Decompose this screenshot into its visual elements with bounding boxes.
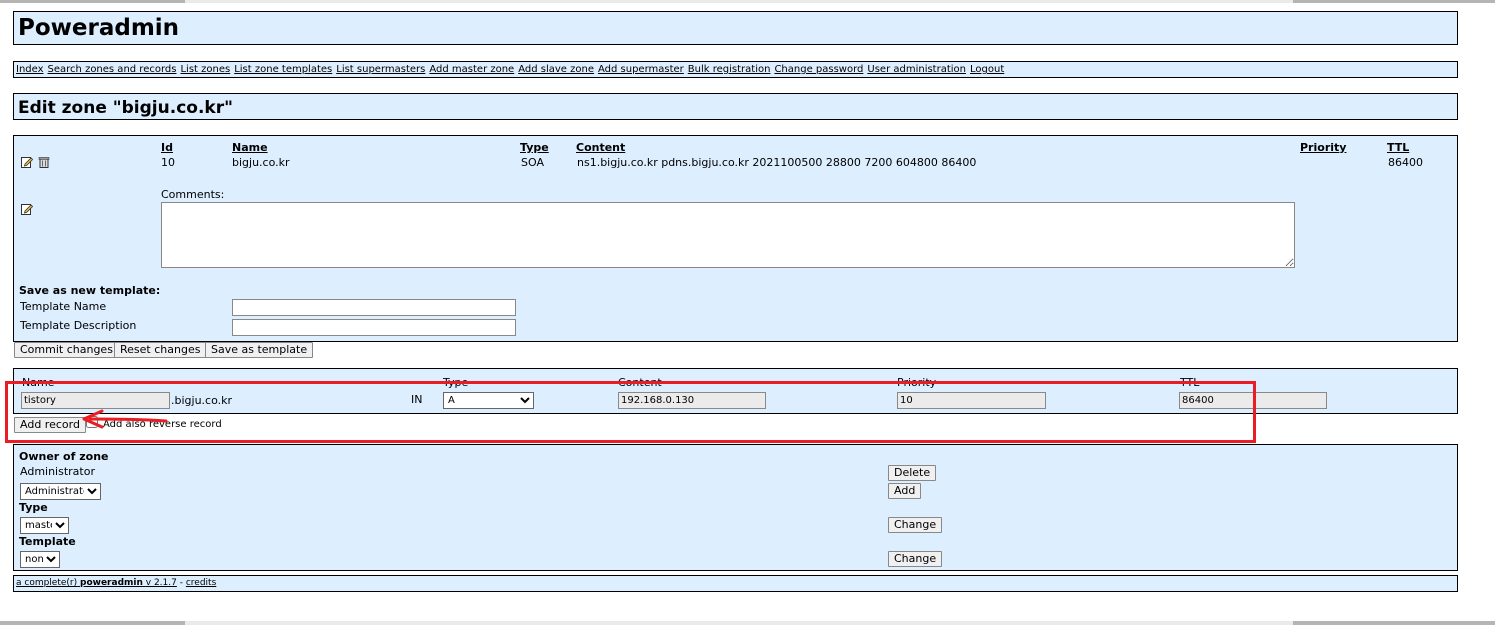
menu-add-supermaster[interactable]: Add supermaster bbox=[598, 64, 684, 75]
zone-template-select[interactable]: none bbox=[20, 551, 60, 568]
add-record-ttl-header: TTL bbox=[1180, 376, 1200, 389]
footer-credits-link[interactable]: credits bbox=[186, 578, 216, 588]
menu-user-administration[interactable]: User administration bbox=[867, 64, 966, 75]
template-heading: Template bbox=[19, 535, 76, 548]
add-reverse-record-label: Add also reverse record bbox=[103, 419, 222, 430]
menu-logout[interactable]: Logout bbox=[970, 64, 1004, 75]
add-record-type-header: Type bbox=[443, 376, 469, 389]
col-header-name[interactable]: Name bbox=[232, 141, 268, 154]
footer-project-link[interactable]: a complete(r) poweradmin v 2.1.7 bbox=[16, 578, 177, 588]
record-ttl: 86400 bbox=[1388, 156, 1423, 169]
page-title: Edit zone "bigju.co.kr" bbox=[18, 98, 233, 118]
record-name: bigju.co.kr bbox=[232, 156, 290, 169]
current-owner: Administrator bbox=[20, 465, 95, 478]
edit-comment-icon[interactable] bbox=[21, 203, 33, 215]
add-record-panel: Name Type Content Priority TTL .bigju.co… bbox=[13, 368, 1458, 414]
owner-heading: Owner of zone bbox=[19, 450, 109, 463]
footer-version: v 2.1.7 bbox=[145, 578, 177, 588]
footer-prefix: a complete(r) bbox=[16, 578, 78, 588]
comments-label: Comments: bbox=[161, 188, 225, 201]
window-top-edge bbox=[0, 0, 1495, 3]
add-record-content-header: Content bbox=[618, 376, 662, 389]
footer-brand: poweradmin bbox=[80, 578, 143, 588]
footer-separator: - bbox=[179, 578, 183, 588]
zone-suffix: .bigju.co.kr bbox=[171, 394, 233, 407]
add-record-ttl-input[interactable] bbox=[1179, 392, 1327, 409]
zone-type-select[interactable]: master bbox=[20, 517, 69, 534]
menu-list-zones[interactable]: List zones bbox=[180, 64, 230, 75]
owner-select[interactable]: Administrator bbox=[20, 483, 101, 500]
app-title-bar: Poweradmin bbox=[13, 11, 1458, 45]
col-header-id[interactable]: Id bbox=[161, 141, 173, 154]
main-menu: Index Search zones and records List zones L… bbox=[13, 61, 1458, 78]
zone-records-panel: Id Name Type Content Priority TTL 10 big… bbox=[13, 135, 1458, 342]
change-type-button[interactable]: Change bbox=[888, 517, 943, 533]
add-record-button[interactable]: Add record bbox=[14, 417, 86, 433]
add-reverse-record-checkbox[interactable] bbox=[86, 416, 98, 428]
record-id: 10 bbox=[161, 156, 175, 169]
col-header-content[interactable]: Content bbox=[576, 141, 625, 154]
menu-list-supermasters[interactable]: List supermasters bbox=[336, 64, 425, 75]
menu-add-slave-zone[interactable]: Add slave zone bbox=[518, 64, 594, 75]
commit-changes-button[interactable]: Commit changes bbox=[14, 342, 119, 358]
save-template-heading: Save as new template: bbox=[19, 284, 161, 297]
menu-list-zone-templates[interactable]: List zone templates bbox=[234, 64, 332, 75]
record-type: SOA bbox=[521, 156, 544, 169]
add-record-priority-input[interactable] bbox=[897, 392, 1046, 409]
record-content: ns1.bigju.co.kr pdns.bigju.co.kr 2021100… bbox=[577, 156, 977, 169]
template-name-label: Template Name bbox=[20, 300, 107, 313]
add-record-name-input[interactable] bbox=[21, 392, 170, 409]
reset-changes-button[interactable]: Reset changes bbox=[114, 342, 207, 358]
add-record-name-header: Name bbox=[22, 376, 55, 389]
add-record-priority-header: Priority bbox=[897, 376, 937, 389]
col-header-type[interactable]: Type bbox=[520, 141, 549, 154]
save-as-template-button[interactable]: Save as template bbox=[205, 342, 314, 358]
template-name-input[interactable] bbox=[232, 299, 516, 316]
col-header-ttl[interactable]: TTL bbox=[1387, 141, 1409, 154]
edit-icon[interactable] bbox=[21, 156, 33, 168]
menu-search-zones[interactable]: Search zones and records bbox=[48, 64, 177, 75]
menu-index[interactable]: Index bbox=[16, 64, 44, 75]
page-header: Edit zone "bigju.co.kr" bbox=[13, 93, 1458, 120]
zone-owner-panel: Owner of zone Administrator Delete Admin… bbox=[13, 444, 1458, 571]
delete-icon[interactable] bbox=[38, 156, 50, 168]
comments-textarea[interactable] bbox=[161, 202, 1295, 268]
change-template-button[interactable]: Change bbox=[888, 551, 943, 567]
footer: a complete(r) poweradmin v 2.1.7 - credi… bbox=[13, 575, 1458, 592]
app-title: Poweradmin bbox=[18, 15, 180, 41]
menu-add-master-zone[interactable]: Add master zone bbox=[429, 64, 514, 75]
menu-change-password[interactable]: Change password bbox=[774, 64, 863, 75]
window-bottom-edge bbox=[0, 621, 1495, 625]
record-class: IN bbox=[411, 393, 423, 406]
template-description-label: Template Description bbox=[20, 319, 137, 332]
menu-bulk-registration[interactable]: Bulk registration bbox=[688, 64, 771, 75]
add-record-type-select[interactable]: A bbox=[443, 392, 534, 409]
type-heading: Type bbox=[19, 501, 48, 514]
add-owner-button[interactable]: Add bbox=[888, 483, 922, 499]
template-description-input[interactable] bbox=[232, 319, 516, 336]
add-record-content-input[interactable] bbox=[618, 392, 766, 409]
delete-owner-button[interactable]: Delete bbox=[888, 465, 937, 481]
col-header-priority[interactable]: Priority bbox=[1300, 141, 1346, 154]
